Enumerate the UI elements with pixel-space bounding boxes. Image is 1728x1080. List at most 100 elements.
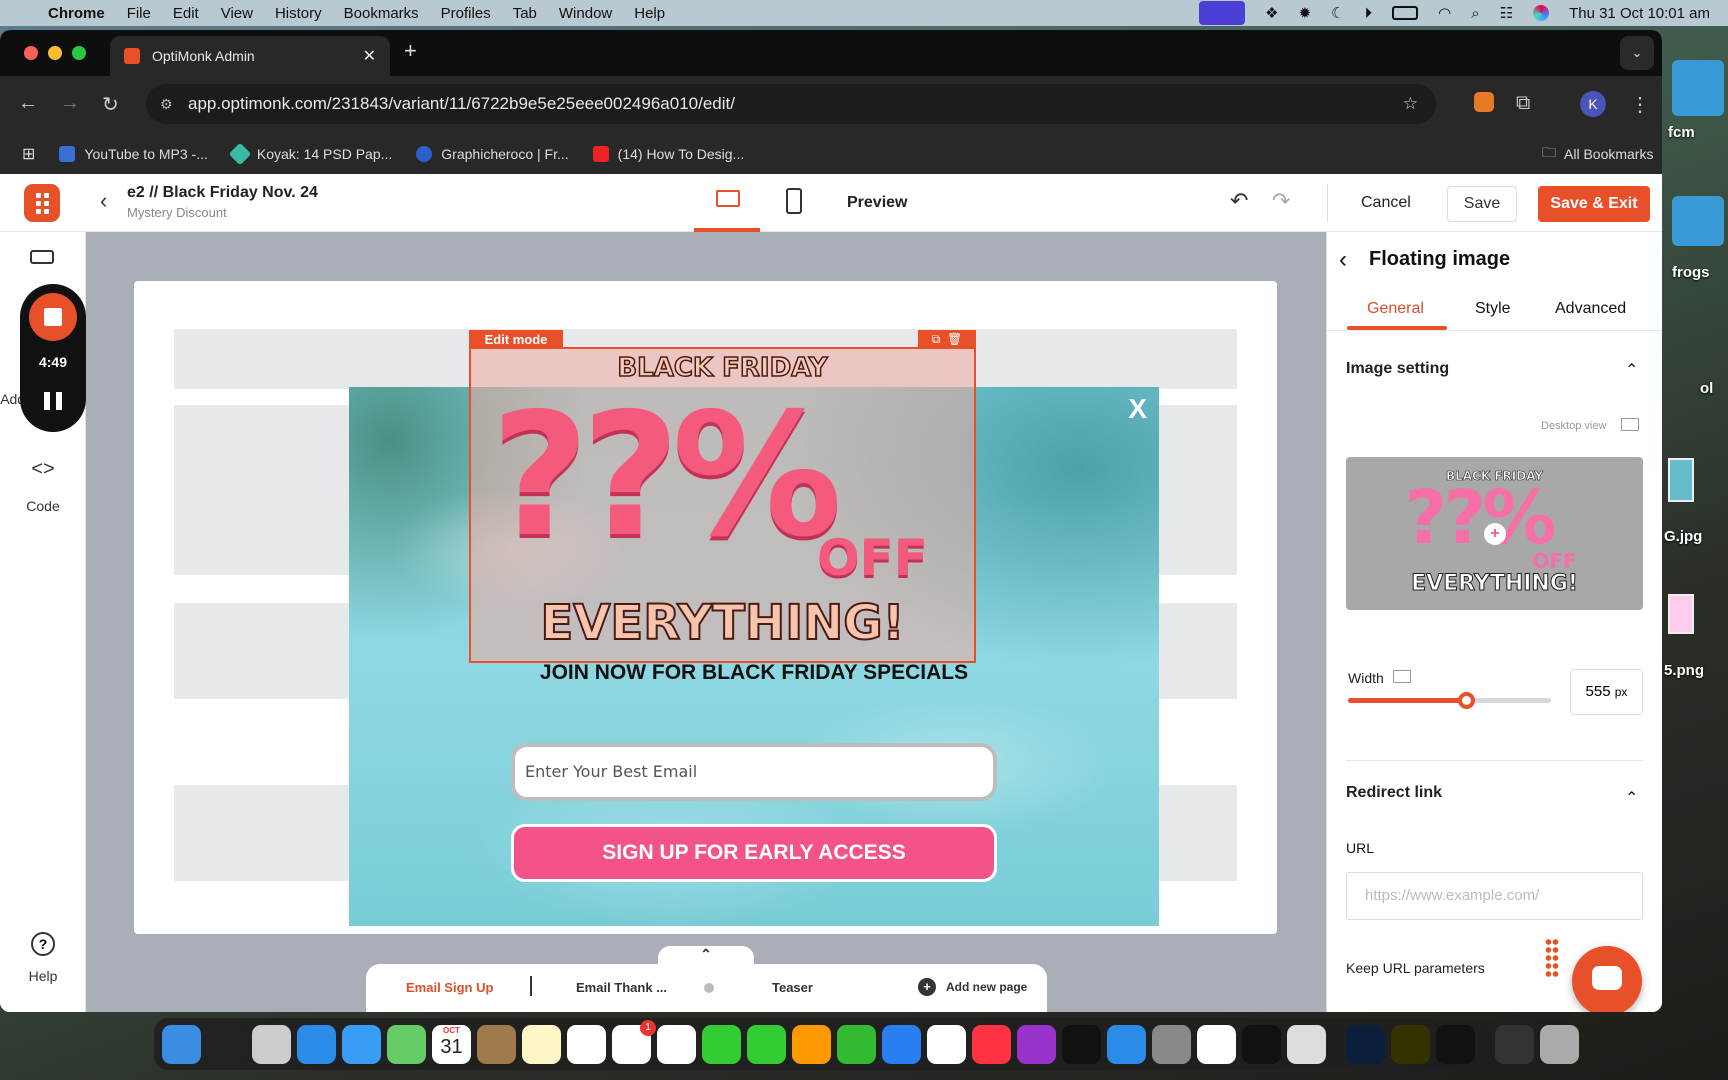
screenshot-dock-icon[interactable] xyxy=(1495,1024,1534,1064)
collapse-chevron-up-icon[interactable]: ⌃ xyxy=(1625,788,1638,808)
tab-search-chevron-icon[interactable]: ⌄ xyxy=(1620,36,1654,70)
safari-dock-icon[interactable] xyxy=(297,1024,336,1064)
duplicate-icon[interactable]: ⧉ xyxy=(932,332,941,346)
metamask-extension-icon[interactable] xyxy=(1474,92,1494,112)
width-slider[interactable] xyxy=(1348,692,1551,709)
mobile-view-icon[interactable] xyxy=(786,188,802,214)
chrome-menu-icon[interactable]: ⋮ xyxy=(1630,92,1650,117)
control-center-icon[interactable]: ☷ xyxy=(1500,4,1513,22)
redo-icon[interactable]: ↷ xyxy=(1272,188,1290,214)
mail-dock-icon[interactable] xyxy=(342,1024,381,1064)
apple-tv-dock-icon[interactable] xyxy=(1062,1024,1101,1064)
undo-icon[interactable]: ↶ xyxy=(1230,188,1248,214)
popup-close-button[interactable]: X xyxy=(1128,393,1147,425)
maps-dock-icon[interactable] xyxy=(387,1024,426,1064)
menu-tab[interactable]: Tab xyxy=(513,5,537,22)
desktop-item-label[interactable]: G.jpg xyxy=(1664,528,1702,545)
brightness-icon[interactable]: ✹ xyxy=(1299,4,1312,22)
system-settings-dock-icon[interactable] xyxy=(1152,1024,1191,1064)
screen-share-icon[interactable] xyxy=(1199,1,1246,25)
all-bookmarks[interactable]: 🗀 All Bookmarks xyxy=(1542,142,1653,166)
code-icon[interactable]: <> xyxy=(0,458,86,481)
minimize-window-button[interactable] xyxy=(48,46,62,60)
bookmark-item[interactable]: Koyak: 14 PSD Pap... xyxy=(228,142,392,166)
trash-icon[interactable]: 🗑 xyxy=(947,332,962,346)
forward-icon[interactable]: → xyxy=(60,92,80,115)
menu-help[interactable]: Help xyxy=(634,5,665,22)
back-chevron-icon[interactable]: ‹ xyxy=(100,188,107,214)
desktop-view-button[interactable] xyxy=(694,174,760,232)
contacts-dock-icon[interactable] xyxy=(477,1024,516,1064)
desktop-item-label[interactable]: frogs xyxy=(1672,264,1710,281)
podcasts-dock-icon[interactable] xyxy=(1017,1024,1056,1064)
apps-grid-icon[interactable]: ⊞ xyxy=(22,144,35,164)
menu-history[interactable]: History xyxy=(275,5,322,22)
figma-status-icon[interactable]: ❖ xyxy=(1265,4,1278,22)
save-and-exit-button[interactable]: Save & Exit xyxy=(1538,186,1650,222)
expand-chevron-up-icon[interactable]: ⌃ xyxy=(658,946,754,966)
chrome-dock-icon[interactable] xyxy=(1197,1024,1236,1064)
page-tab-email-thank-you[interactable]: Email Thank ... xyxy=(576,980,667,995)
tab-advanced[interactable]: Advanced xyxy=(1555,300,1626,318)
desktop-image-thumbnail[interactable] xyxy=(1668,594,1694,634)
desktop-item-label[interactable]: ol xyxy=(1700,380,1713,397)
url-input[interactable]: https://www.example.com/ xyxy=(1346,872,1643,920)
collapse-chevron-up-icon[interactable]: ⌃ xyxy=(1625,360,1638,380)
close-window-button[interactable] xyxy=(24,46,38,60)
desktop-folder-icon[interactable] xyxy=(1672,196,1724,246)
desktop-folder-icon[interactable] xyxy=(1672,60,1724,116)
battery-icon[interactable] xyxy=(1392,6,1419,20)
close-tab-icon[interactable]: ✕ xyxy=(363,46,376,66)
menu-view[interactable]: View xyxy=(221,5,253,22)
siri-dock-icon[interactable] xyxy=(207,1024,246,1064)
spotlight-search-icon[interactable]: ⌕ xyxy=(1471,5,1479,22)
drag-handle-icon[interactable] xyxy=(1545,938,1559,978)
replace-image-plus-icon[interactable]: + xyxy=(1484,523,1506,545)
news-dock-icon[interactable] xyxy=(927,1024,966,1064)
tab-style[interactable]: Style xyxy=(1475,300,1511,318)
width-input[interactable]: 555 px xyxy=(1570,669,1643,715)
trash-dock-icon[interactable] xyxy=(1540,1024,1579,1064)
browser-tab[interactable]: OptiMonk Admin ✕ xyxy=(110,36,390,76)
code-label[interactable]: Code xyxy=(0,498,86,514)
calendar-dock-icon[interactable]: OCT 31 xyxy=(432,1024,471,1064)
save-button[interactable]: Save xyxy=(1447,186,1517,222)
app-store-dock-icon[interactable] xyxy=(1107,1024,1146,1064)
menu-file[interactable]: File xyxy=(127,5,151,22)
siri-icon[interactable] xyxy=(1533,5,1550,21)
help-icon[interactable]: ? xyxy=(31,932,55,956)
pause-icon[interactable] xyxy=(44,392,62,410)
page-tab-teaser[interactable]: Teaser xyxy=(772,980,813,995)
add-page-plus-icon[interactable]: + xyxy=(918,978,936,996)
reminders-dock-icon[interactable]: 1 xyxy=(612,1019,656,1064)
photos-dock-icon[interactable] xyxy=(657,1024,696,1064)
figma-dock-icon[interactable] xyxy=(1436,1024,1475,1064)
help-label[interactable]: Help xyxy=(0,968,86,984)
desktop-image-thumbnail[interactable] xyxy=(1668,458,1694,502)
menu-window[interactable]: Window xyxy=(559,5,612,22)
bookmark-star-icon[interactable]: ☆ xyxy=(1403,84,1418,124)
menu-app-name[interactable]: Chrome xyxy=(48,5,105,22)
page-tab-email-sign-up[interactable]: Email Sign Up xyxy=(406,980,493,995)
numbers-dock-icon[interactable] xyxy=(837,1024,876,1064)
wifi-icon[interactable]: ◠ xyxy=(1438,4,1451,22)
menu-bookmarks[interactable]: Bookmarks xyxy=(344,5,419,22)
bookmark-item[interactable]: (14) How To Desig... xyxy=(592,146,744,162)
width-slider-handle[interactable] xyxy=(1457,692,1475,709)
floating-image-selected[interactable]: Edit mode ⧉ 🗑 BLACK FRIDAY ??% OFF EVERY… xyxy=(469,330,976,663)
site-settings-icon[interactable]: ⚙ xyxy=(160,84,173,124)
spotify-dock-icon[interactable] xyxy=(1242,1024,1281,1064)
menu-profiles[interactable]: Profiles xyxy=(441,5,491,22)
finder-dock-icon[interactable] xyxy=(162,1024,201,1064)
cancel-button[interactable]: Cancel xyxy=(1361,194,1411,212)
focus-moon-icon[interactable]: ☾ xyxy=(1331,4,1344,22)
signup-cta-button[interactable]: SIGN UP FOR EARLY ACCESS xyxy=(511,824,997,882)
stop-recording-button[interactable] xyxy=(29,293,77,341)
image-preview[interactable]: BLACK FRIDAY ??% OFF EVERYTHING! + xyxy=(1346,457,1643,610)
reload-icon[interactable]: ↻ xyxy=(102,92,119,117)
back-icon[interactable]: ← xyxy=(18,92,38,115)
extensions-puzzle-icon[interactable]: ⧉ xyxy=(1516,92,1530,115)
iphone-mirroring-dock-icon[interactable] xyxy=(1287,1024,1326,1064)
image-setting-header[interactable]: Image setting xyxy=(1346,360,1449,378)
music-dock-icon[interactable] xyxy=(972,1024,1011,1064)
